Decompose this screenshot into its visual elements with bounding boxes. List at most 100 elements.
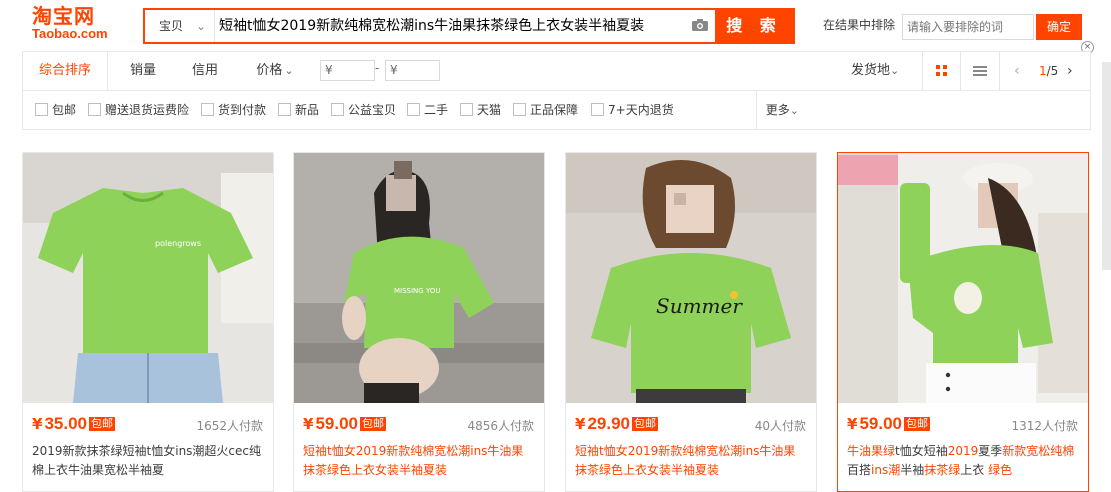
tab-credit[interactable]: 信用 [179, 52, 231, 90]
product-price: 59.00 [859, 414, 902, 433]
title-segment: 短袖t恤女2019新款纯棉宽松潮ins牛油果抹茶绿色上衣女装半袖夏装 [303, 444, 524, 477]
filter-panel: 综合排序 销量 信用 价格 ⌄ ¥ - ¥ 发货地⌄ ‹ 1/5 › 包邮 赠送… [22, 51, 1091, 130]
product-image[interactable]: Summer [566, 153, 816, 403]
price-line: ¥59.00 包邮 [303, 413, 386, 435]
checkbox-icon [35, 103, 48, 116]
title-segment: 半袖 [900, 463, 925, 477]
product-title-link[interactable]: 2019新款抹茶绿短袖t恤女ins潮超火cec纯棉上衣牛油果宽松半袖夏 [32, 442, 264, 480]
currency-symbol: ¥ [303, 415, 314, 433]
product-card[interactable]: ¥59.00 包邮 1312人付款 牛油果绿t恤女短袖2019夏季新款宽松纯棉百搭… [837, 152, 1089, 492]
title-segment: 2019新款抹茶绿短袖t恤女ins潮超火cec纯棉上衣牛油果宽松半袖夏 [32, 444, 262, 477]
title-segment: 绿色 [988, 463, 1013, 477]
product-image[interactable]: MISSING YOU [294, 153, 544, 403]
free-shipping-badge: 包邮 [631, 417, 658, 431]
tab-comprehensive-sort[interactable]: 综合排序 [23, 52, 108, 90]
currency-symbol: ¥ [575, 415, 586, 433]
title-segment: 夏季 [978, 444, 1003, 458]
product-price: 29.90 [587, 414, 630, 433]
checkbox-icon [201, 103, 214, 116]
filter-option-label: 新品 [295, 103, 320, 117]
more-options-label: 更多 [765, 103, 790, 117]
product-price: 35.00 [44, 414, 87, 433]
paid-count: 40人付款 [754, 419, 806, 433]
paid-count: 1312人付款 [1011, 419, 1078, 433]
free-shipping-badge: 包邮 [88, 417, 115, 431]
paid-count: 1652人付款 [196, 419, 263, 433]
prev-page-icon[interactable]: ‹ [1014, 52, 1020, 90]
grid-view-button[interactable] [922, 52, 961, 90]
free-shipping-badge: 包邮 [903, 417, 930, 431]
product-card[interactable]: Summer ¥29.90 包邮 40人付款 短袖t恤女2019新款纯棉宽松潮in… [565, 152, 817, 492]
title-segment: 抹茶绿 [924, 463, 961, 477]
filter-option-new[interactable]: 新品 [278, 91, 319, 129]
filter-option-tmall[interactable]: 天猫 [460, 91, 501, 129]
title-segment: 2019 [947, 444, 979, 458]
product-image[interactable] [838, 153, 1088, 403]
filter-option-label: 正品保障 [530, 103, 579, 117]
taobao-logo[interactable]: 淘宝网 Taobao.com [32, 5, 114, 45]
checkbox-icon [591, 103, 604, 116]
scrollbar-track[interactable] [1102, 62, 1111, 270]
tab-price[interactable]: 价格 ⌄ [245, 52, 305, 90]
filter-option-return-insurance[interactable]: 赠送退货运费险 [88, 91, 189, 129]
search-box: 宝贝 ⌄ 短袖t恤女2019新款纯棉宽松潮ins牛油果抹茶绿色上衣女装半袖夏装 … [143, 8, 795, 44]
chevron-down-icon: ⌄ [284, 64, 294, 77]
next-page-icon[interactable]: › [1067, 52, 1073, 90]
title-segment: ins潮 [871, 463, 901, 477]
filter-option-free-shipping[interactable]: 包邮 [35, 91, 76, 129]
filter-option-charity[interactable]: 公益宝贝 [331, 91, 396, 129]
filter-option-label: 包邮 [52, 103, 77, 117]
chevron-down-icon: ⌄ [890, 64, 900, 77]
checkbox-icon [88, 103, 101, 116]
shirt-print-text: polengrows [155, 239, 201, 248]
ship-from-dropdown[interactable]: 发货地⌄ [851, 52, 899, 90]
chevron-down-icon: ⌄ [195, 19, 206, 33]
filter-option-label: 公益宝贝 [348, 103, 397, 117]
logo-text-cn: 淘宝网 [32, 4, 95, 28]
filter-option-7day-return[interactable]: 7+天内退货 [591, 91, 674, 129]
filter-option-cod[interactable]: 货到付款 [201, 91, 266, 129]
product-title-link[interactable]: 短袖t恤女2019新款纯棉宽松潮ins牛油果抹茶绿色上衣女装半袖夏装 [303, 442, 535, 480]
product-image[interactable]: polengrows [23, 153, 273, 403]
checkbox-icon [278, 103, 291, 116]
product-title-link[interactable]: 短袖t恤女2019新款纯棉宽松潮ins牛油果抹茶绿色上衣女装半袖夏装 [575, 442, 807, 480]
shirt-print-text: Summer [656, 294, 743, 318]
filter-option-genuine[interactable]: 正品保障 [513, 91, 578, 129]
page-indicator: 1/5 [1039, 52, 1058, 90]
filter-option-label: 二手 [424, 103, 449, 117]
checkbox-icon [407, 103, 420, 116]
search-scope-dropdown[interactable]: 宝贝 ⌄ [145, 10, 215, 42]
price-max-input[interactable]: ¥ [385, 60, 440, 81]
filter-option-label: 赠送退货运费险 [105, 103, 190, 117]
list-icon [973, 66, 987, 76]
exclude-confirm-button[interactable]: 确定 [1036, 14, 1082, 40]
shirt-print-text: MISSING YOU [394, 287, 440, 295]
filter-options-row: 包邮 赠送退货运费险 货到付款 新品 公益宝贝 二手 天猫 正品保障 7+天内退… [23, 91, 1090, 129]
camera-icon[interactable] [691, 18, 709, 32]
free-shipping-badge: 包邮 [359, 417, 386, 431]
title-segment: 百搭 [847, 463, 872, 477]
price-min-input[interactable]: ¥ [320, 60, 375, 81]
more-options-button[interactable]: 更多⌄ [756, 91, 799, 129]
filter-option-label: 7+天内退货 [608, 103, 674, 117]
exclude-input[interactable] [902, 14, 1034, 40]
search-input[interactable]: 短袖t恤女2019新款纯棉宽松潮ins牛油果抹茶绿色上衣女装半袖夏装 [219, 10, 644, 42]
search-scope-label: 宝贝 [159, 19, 184, 33]
tab-sales[interactable]: 销量 [117, 52, 169, 90]
grid-icon [936, 65, 947, 76]
product-card[interactable]: MISSING YOU ¥59.00 包邮 4856人付款 短袖t恤女2019新款… [293, 152, 545, 492]
sort-bar: 综合排序 销量 信用 价格 ⌄ ¥ - ¥ 发货地⌄ ‹ 1/5 › [23, 52, 1090, 91]
title-segment: 短袖t恤女2019新款纯棉宽松潮ins牛油果抹茶绿色上衣女装半袖夏装 [575, 444, 796, 477]
product-title-link[interactable]: 牛油果绿t恤女短袖2019夏季新款宽松纯棉百搭ins潮半袖抹茶绿上衣 绿色 [847, 442, 1079, 480]
price-line: ¥29.90 包邮 [575, 413, 658, 435]
paid-count: 4856人付款 [467, 419, 534, 433]
product-card[interactable]: polengrows ¥35.00 包邮 1652人付款 2019新款抹茶绿短袖t… [22, 152, 274, 492]
search-button[interactable]: 搜 索 [715, 10, 793, 42]
title-segment: 新款宽松纯棉 [1002, 444, 1075, 458]
list-view-button[interactable] [960, 52, 1000, 90]
logo-text-en: Taobao.com [32, 26, 108, 41]
checkbox-icon [331, 103, 344, 116]
chevron-down-icon: ⌄ [789, 104, 799, 117]
filter-option-second-hand[interactable]: 二手 [407, 91, 448, 129]
currency-symbol: ¥ [847, 415, 858, 433]
